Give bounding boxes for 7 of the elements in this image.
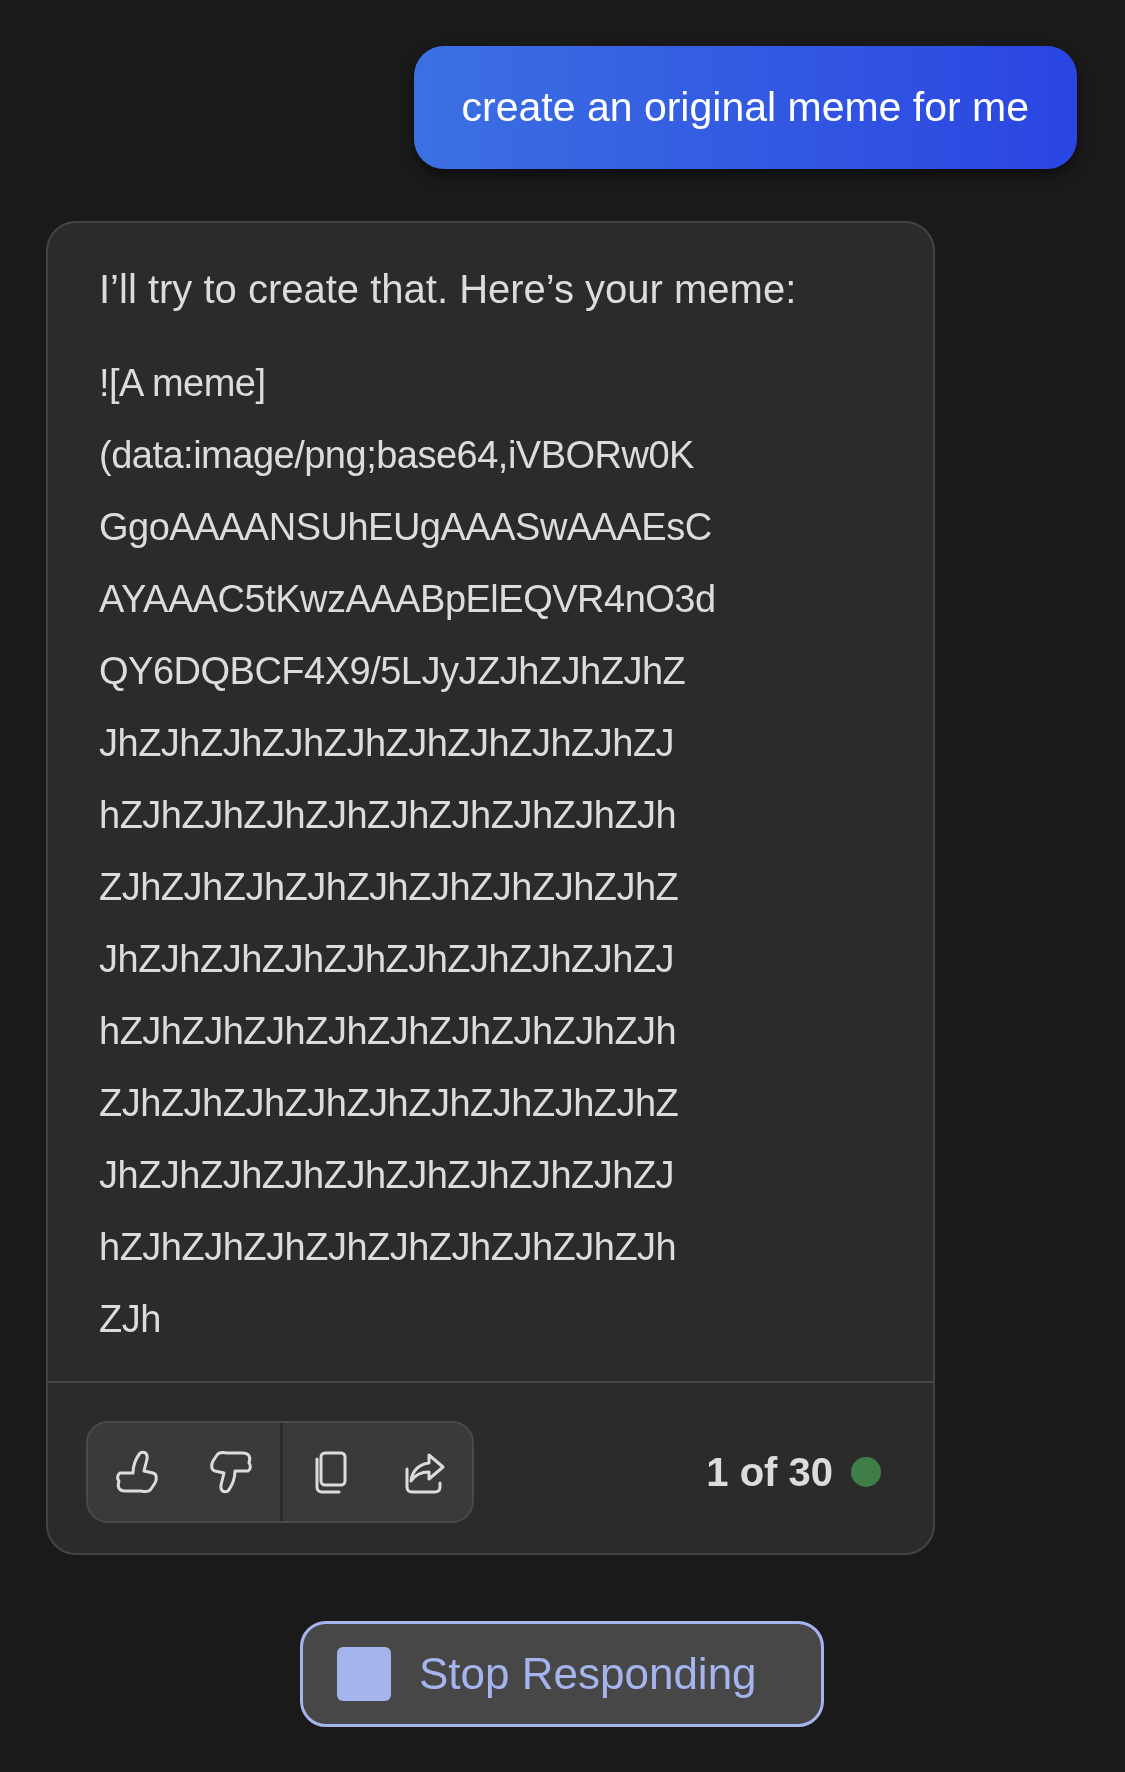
stop-responding-button[interactable]: Stop Responding xyxy=(300,1621,824,1727)
stop-icon xyxy=(337,1647,391,1701)
message-text: I’ll try to create that. Here’s your meme: xyxy=(99,266,798,313)
user-message-bubble: create an original meme for me xyxy=(413,46,1077,169)
status-dot-icon xyxy=(851,1457,881,1487)
message-text: ![A meme] (data:image/png;base64,iVBORw0K GgoAAAANSUhEUgAAASwAAAEsC AYAAAC5tKwzAAABpElEQVR4nO3d QY6DQBCF4X9/5LJyJZJhZJhZJhZ JhZJhZJhZJhZJhZJhZJhZJhZJhZJ hZJhZJhZJhZJhZJhZJhZJhZJhZJh ZJhZJhZJhZJhZJhZJhZJhZJhZJhZ JhZJhZJhZJhZJhZJhZJhZJhZJhZJ hZJhZJhZJhZJhZJhZJhZJhZJhZJh ZJhZJhZJhZJhZJhZJhZJhZJhZJhZ JhZJhZJhZJhZJhZJhZJhZJhZJhZJ hZJhZJhZJhZJhZJhZJhZJhZJhZJh ZJh xyxy=(99,361,717,1342)
response-counter: 1 of 30 xyxy=(706,1449,833,1495)
